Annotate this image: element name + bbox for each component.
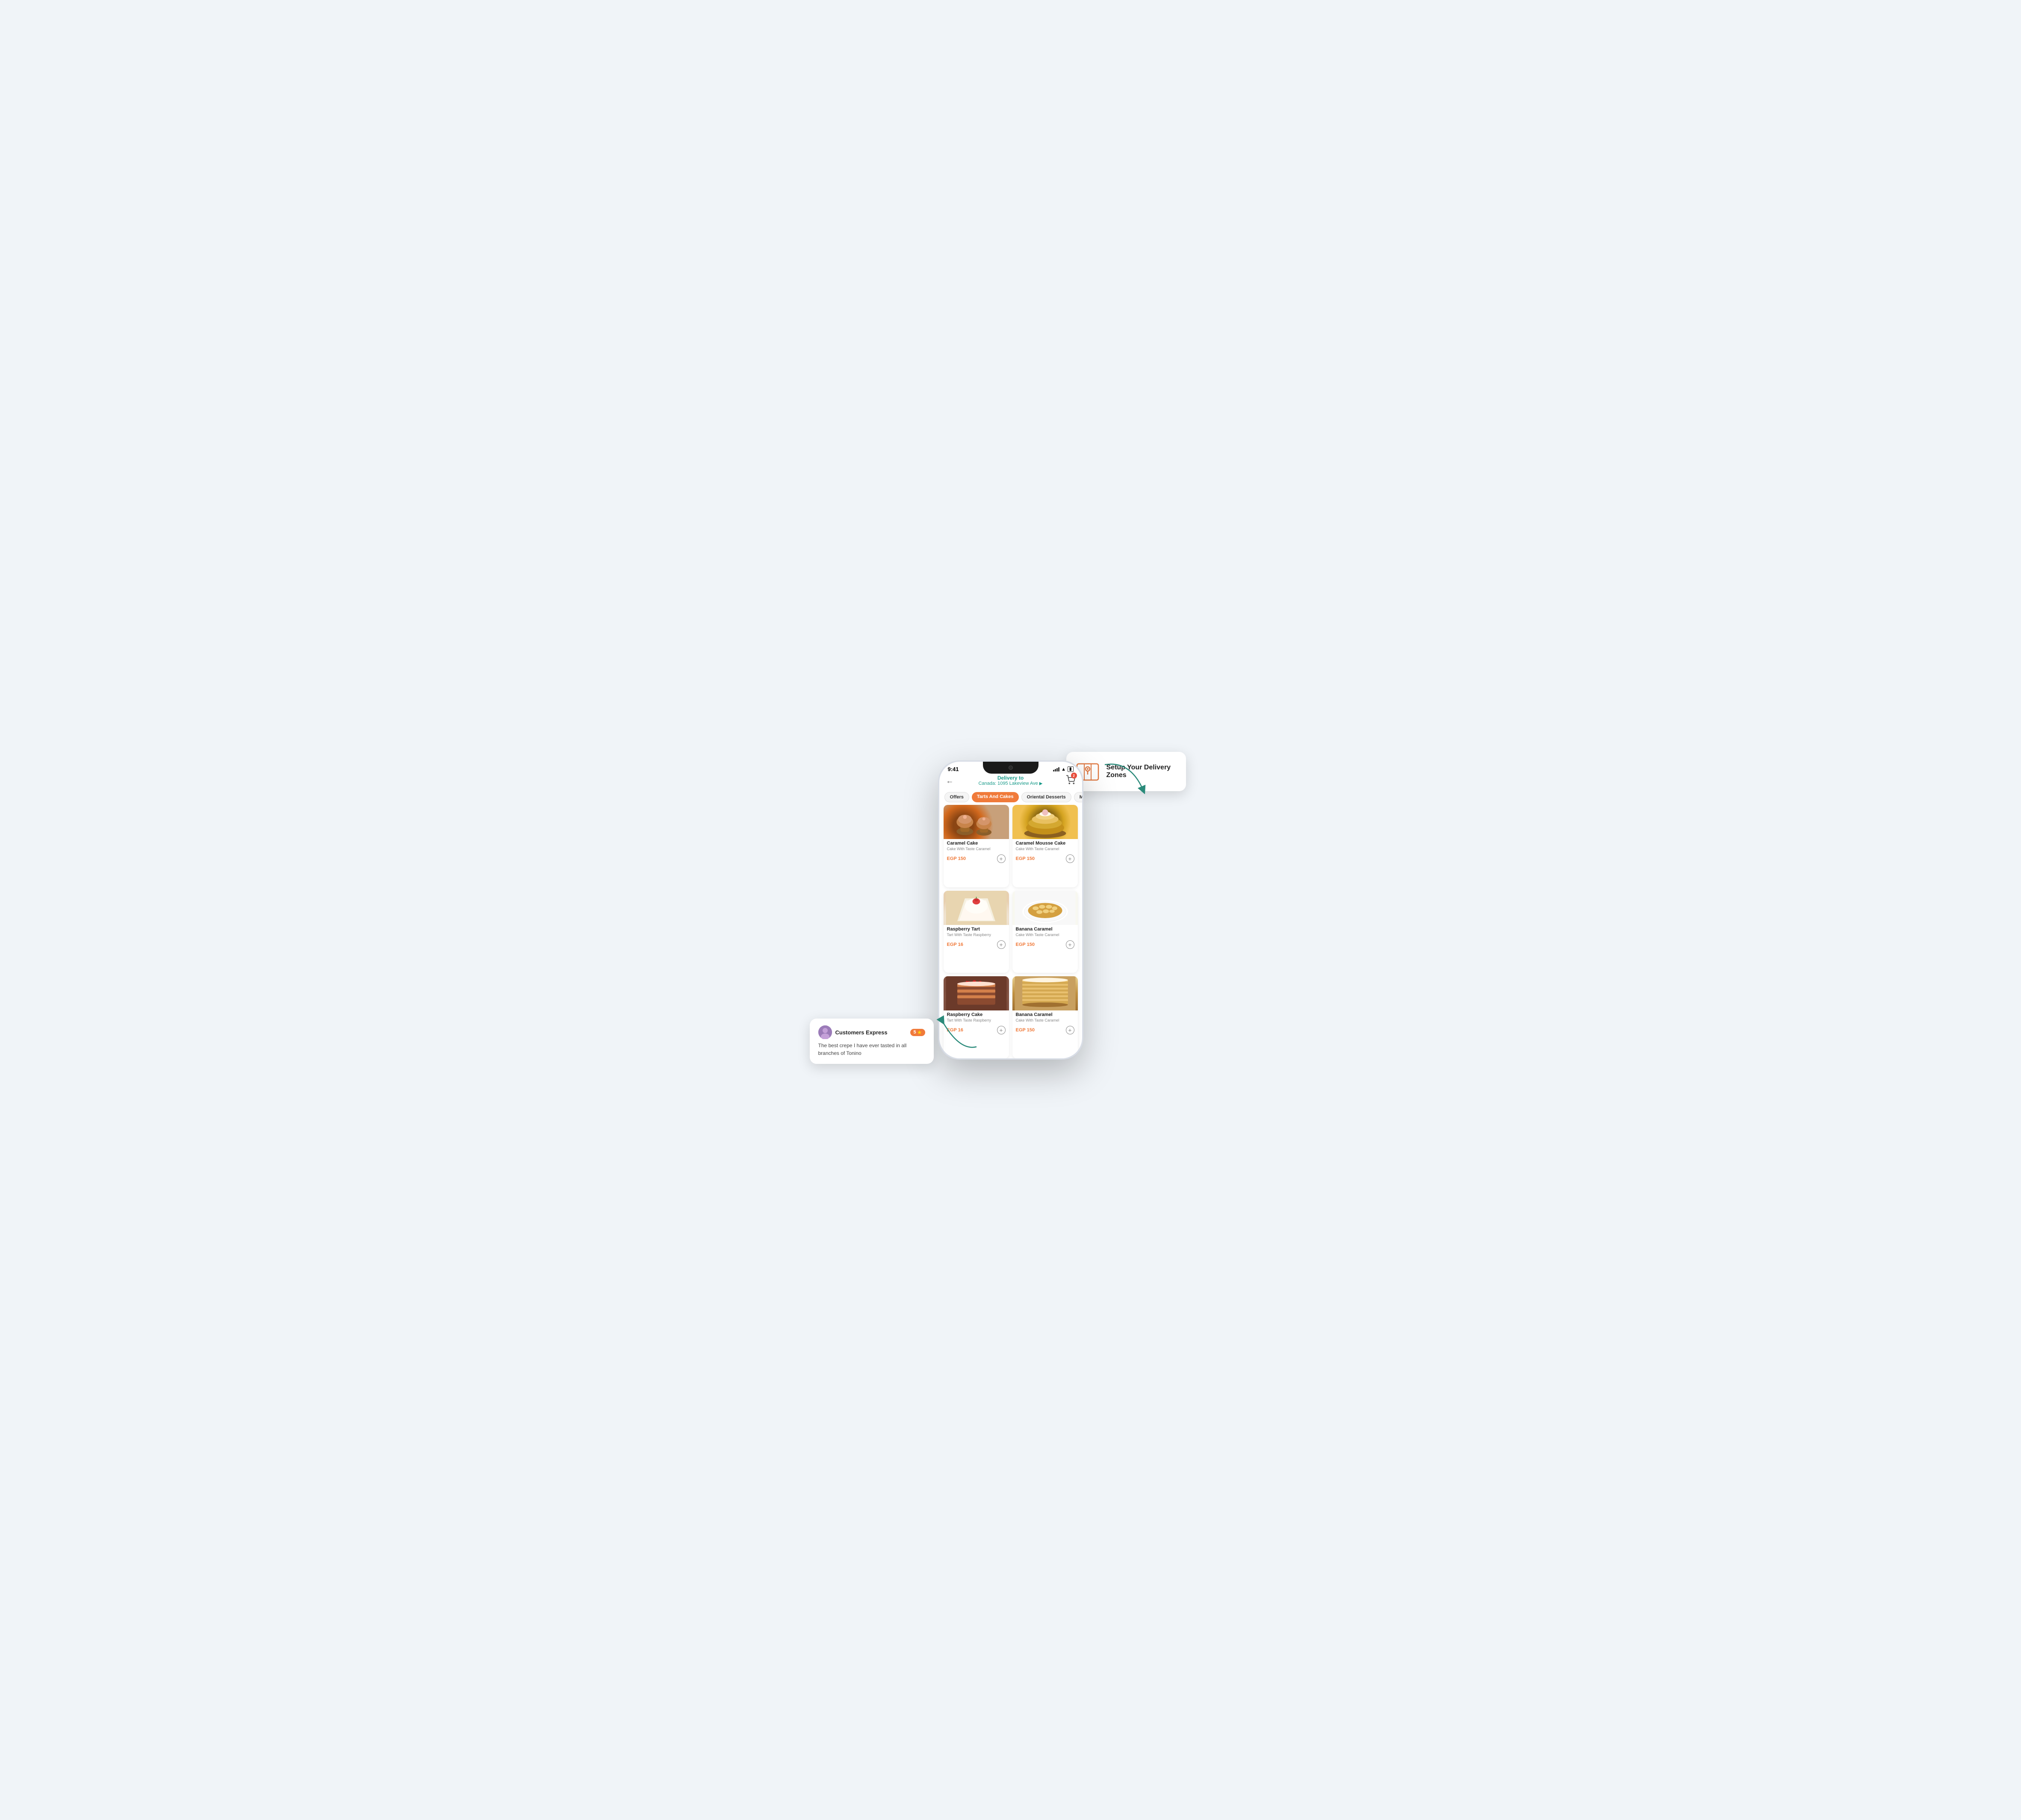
cart-button[interactable]: 2: [1066, 775, 1075, 787]
product-image-rtart: [944, 891, 1009, 925]
star-icon: ★: [918, 1030, 922, 1035]
product-name: Banana Caramel: [1016, 1012, 1074, 1017]
product-desc: Tart With Taste Raspberry: [947, 1018, 1006, 1022]
product-card: Banana Caramel Cake With Taste Caramel E…: [1012, 891, 1078, 973]
phone: 9:41 ▲ ▮ ← Delivery to: [938, 760, 1083, 1060]
customer-review-tooltip: Customers Express 5 ★ The best crepe I h…: [810, 1019, 934, 1064]
product-image-cupcakes: [944, 805, 1009, 839]
product-name: Banana Caramel: [1016, 927, 1074, 932]
product-desc: Cake With Taste Caramel: [1016, 847, 1074, 851]
product-price: EGP 16: [947, 1028, 963, 1033]
product-card: Caramel Mousse Cake Cake With Taste Cara…: [1012, 805, 1078, 887]
product-price: EGP 16: [947, 942, 963, 947]
product-card: Caramel Cake Cake With Taste Caramel EGP…: [944, 805, 1009, 887]
add-button[interactable]: +: [997, 1026, 1006, 1034]
signal-bars: [1053, 767, 1059, 772]
bar-4: [1058, 767, 1059, 772]
status-icons: ▲ ▮: [1053, 766, 1073, 772]
add-button[interactable]: +: [1066, 854, 1074, 863]
delivery-zones-title: Setup Your Delivery Zones: [1106, 764, 1177, 779]
delivery-address[interactable]: Canada: 1095 Lakeview Ave ▶: [946, 781, 1075, 786]
product-price: EGP 150: [947, 856, 966, 861]
cart-badge: 2: [1071, 773, 1077, 779]
bar-1: [1053, 770, 1054, 772]
notch: [983, 762, 1039, 774]
product-desc: Cake With Taste Caramel: [1016, 933, 1074, 937]
product-grid: Caramel Cake Cake With Taste Caramel EGP…: [939, 805, 1082, 1058]
rating-badge: 5 ★: [910, 1029, 925, 1036]
bar-2: [1055, 769, 1056, 772]
product-price: EGP 150: [1016, 942, 1035, 947]
battery-icon: ▮: [1068, 766, 1074, 772]
bar-3: [1056, 768, 1058, 772]
product-name: Caramel Mousse Cake: [1016, 841, 1074, 846]
add-button[interactable]: +: [1066, 940, 1074, 949]
product-image-mousse: [1012, 805, 1078, 839]
category-tabs: Offers Tarts And Cakes Oriental Desserts…: [939, 789, 1082, 805]
status-time: 9:41: [948, 766, 959, 772]
product-card: Raspberry Cake Tart With Taste Raspberry…: [944, 976, 1009, 1058]
product-desc: Cake With Taste Caramel: [1016, 1018, 1074, 1022]
back-button[interactable]: ←: [946, 777, 954, 786]
customer-name: Customers Express: [835, 1029, 888, 1036]
product-desc: Cake With Taste Caramel: [947, 847, 1006, 851]
product-card: Raspberry Tart Tart With Taste Raspberry…: [944, 891, 1009, 973]
address-chevron: ▶: [1039, 781, 1043, 786]
product-price: EGP 150: [1016, 1028, 1035, 1033]
tab-tarts[interactable]: Tarts And Cakes: [972, 792, 1019, 802]
product-price: EGP 150: [1016, 856, 1035, 861]
rating-number: 5: [914, 1030, 916, 1035]
product-image-rcake: [944, 976, 1009, 1010]
add-button[interactable]: +: [1066, 1026, 1074, 1034]
product-card: Banana Caramel Cake With Taste Caramel E…: [1012, 976, 1078, 1058]
delivery-info: Delivery to Canada: 1095 Lakeview Ave ▶: [946, 775, 1075, 786]
customer-avatar: [818, 1025, 832, 1039]
product-name: Caramel Cake: [947, 841, 1006, 846]
product-image-banana2: [1012, 976, 1078, 1010]
product-image-banana: [1012, 891, 1078, 925]
delivery-label: Delivery to: [946, 775, 1075, 781]
app-header: ← Delivery to Canada: 1095 Lakeview Ave …: [939, 772, 1082, 789]
wifi-icon: ▲: [1061, 767, 1066, 772]
camera: [1009, 766, 1013, 770]
delivery-zones-tooltip[interactable]: Setup Your Delivery Zones: [1066, 752, 1186, 791]
tab-more[interactable]: More: [1074, 792, 1082, 802]
address-text: Canada: 1095 Lakeview Ave: [978, 781, 1038, 786]
tab-offers[interactable]: Offers: [944, 792, 969, 802]
add-button[interactable]: +: [997, 940, 1006, 949]
add-button[interactable]: +: [997, 854, 1006, 863]
customer-review: The best crepe I have ever tasted in all…: [818, 1042, 925, 1057]
customer-header: Customers Express 5 ★: [818, 1025, 925, 1039]
product-desc: Tart With Taste Raspberry: [947, 933, 1006, 937]
scene: Setup Your Delivery Zones 9:41: [861, 718, 1160, 1102]
tab-oriental[interactable]: Oriental Desserts: [1021, 792, 1071, 802]
product-name: Raspberry Tart: [947, 927, 1006, 932]
product-name: Raspberry Cake: [947, 1012, 1006, 1017]
